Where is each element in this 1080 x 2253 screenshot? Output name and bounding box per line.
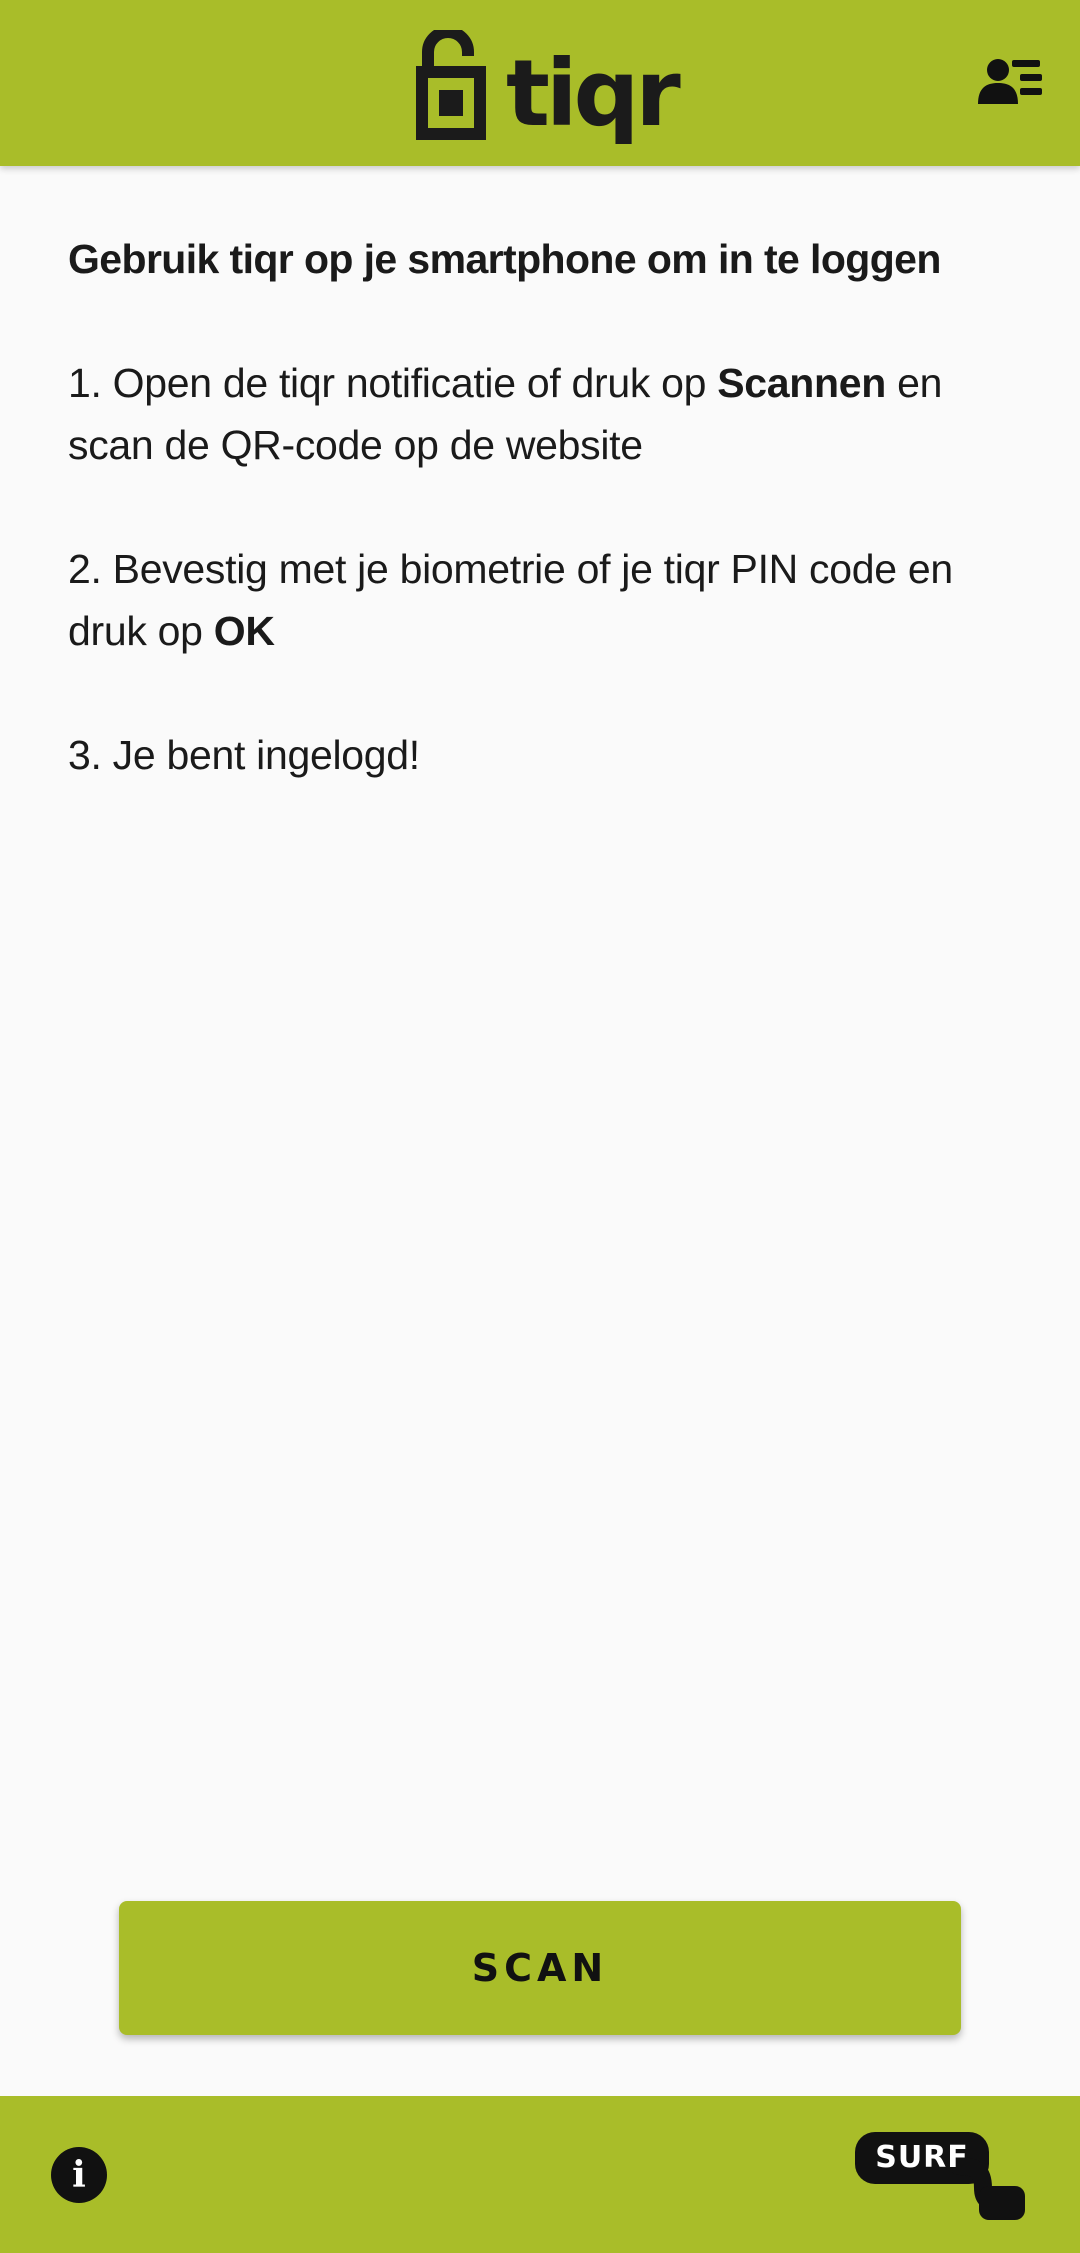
scan-button[interactable]: SCAN bbox=[119, 1901, 961, 2035]
tiqr-logo: tiqr bbox=[414, 30, 681, 146]
app-footer: i SURF bbox=[0, 2096, 1080, 2253]
instruction-step-1: 1. Open de tiqr notificatie of druk op S… bbox=[68, 352, 1018, 476]
step-2-text: 2. Bevestig met je biometrie of je tiqr … bbox=[68, 546, 953, 654]
instruction-step-3: 3. Je bent ingelogd! bbox=[68, 732, 420, 778]
surf-logo: SURF bbox=[855, 2132, 1025, 2222]
instructions: Gebruik tiqr op je smartphone om in te l… bbox=[68, 228, 1018, 848]
info-icon[interactable]: i bbox=[51, 2147, 107, 2203]
person-list-icon bbox=[978, 59, 1042, 104]
app-header: tiqr bbox=[0, 0, 1080, 166]
tiqr-start-screen: tiqr Gebruik tiqr op je smartphone om in… bbox=[0, 0, 1080, 2253]
instruction-step-2: 2. Bevestig met je biometrie of je tiqr … bbox=[68, 538, 1018, 662]
identities-button[interactable] bbox=[978, 54, 1044, 114]
step-2-ok-keyword: OK bbox=[213, 608, 275, 654]
tiqr-wordmark: tiqr bbox=[506, 40, 681, 147]
instructions-heading: Gebruik tiqr op je smartphone om in te l… bbox=[68, 236, 941, 282]
step-1-text: 1. Open de tiqr notificatie of druk op bbox=[68, 360, 718, 406]
surf-wordmark: SURF bbox=[875, 2140, 969, 2175]
step-1-scan-keyword: Scannen bbox=[717, 360, 887, 406]
